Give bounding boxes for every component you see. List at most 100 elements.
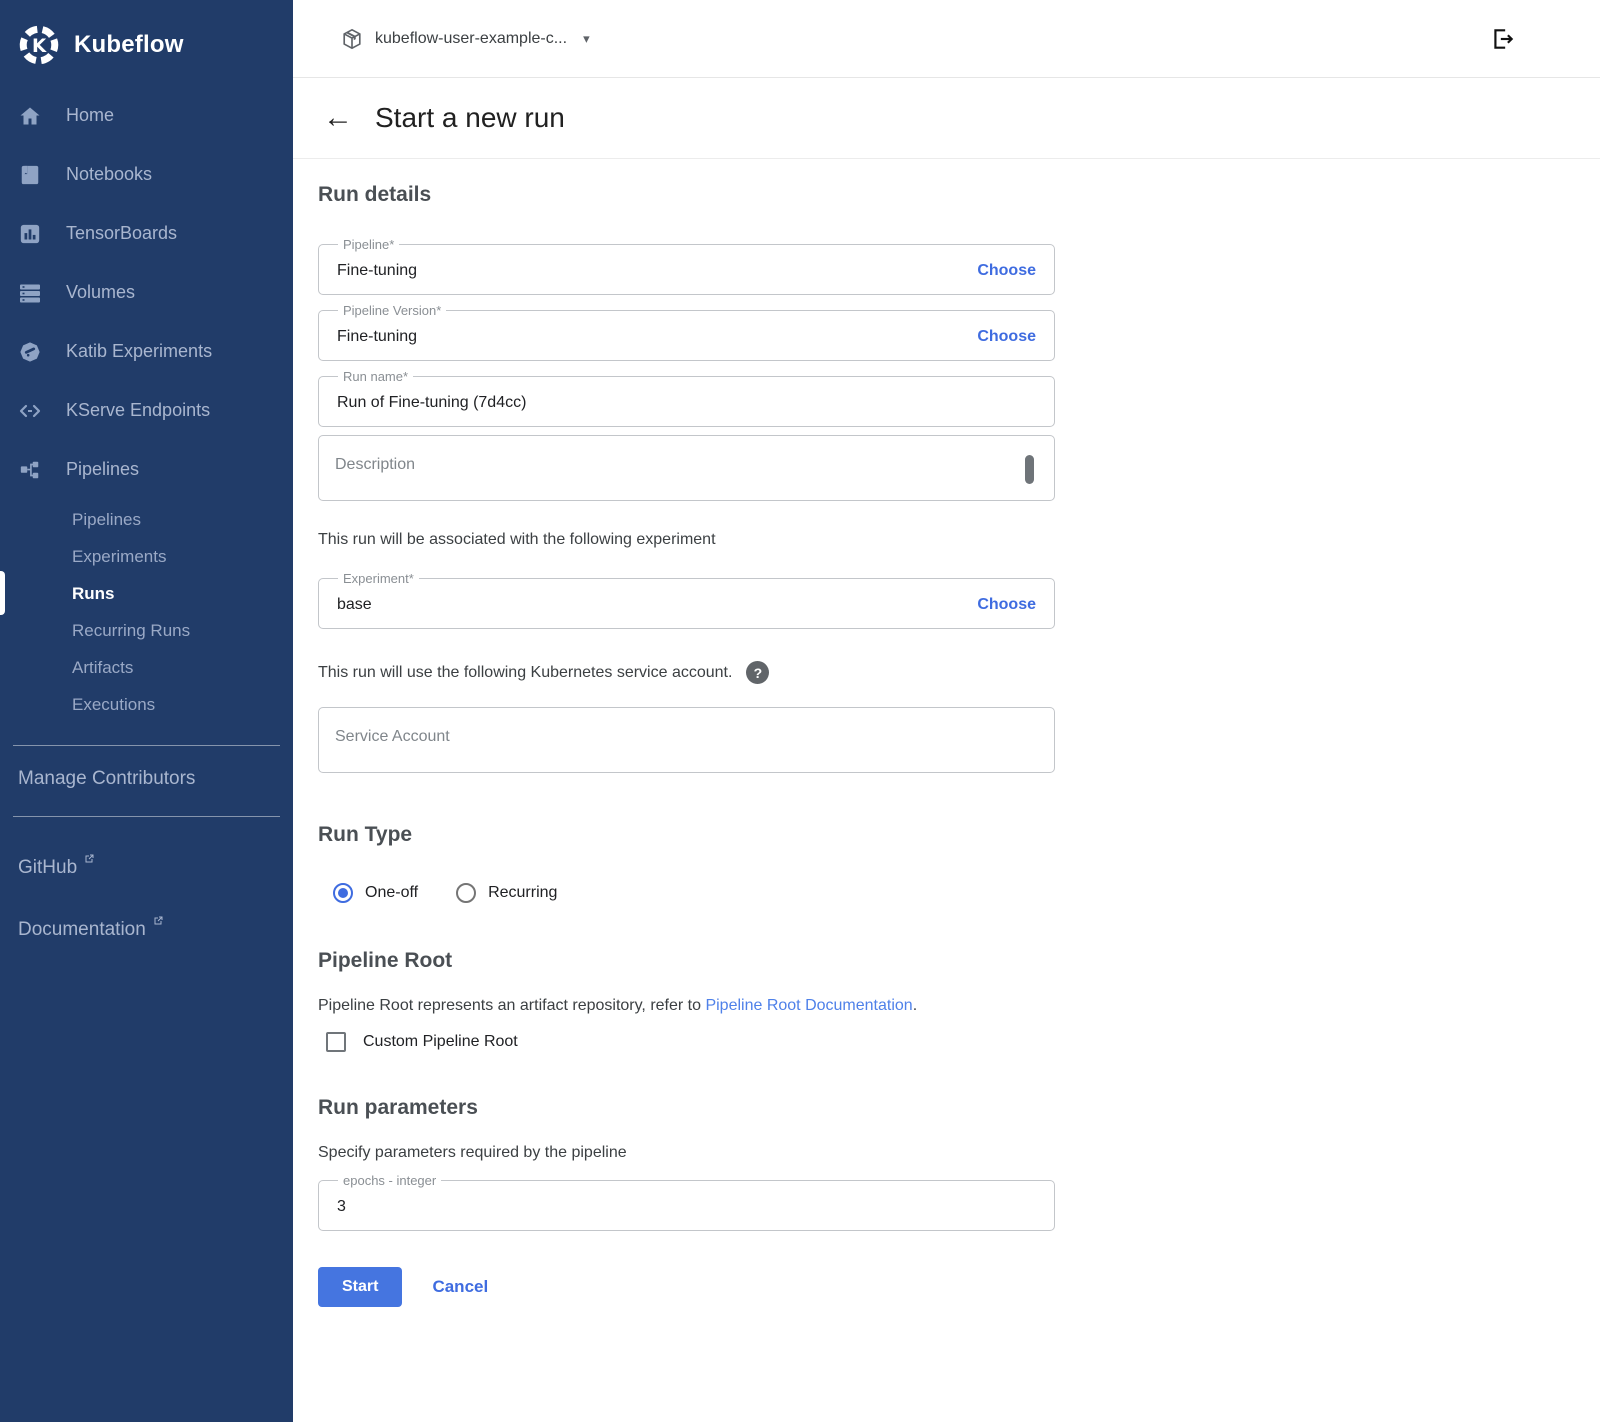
sub-item-experiments[interactable]: Experiments [0, 538, 293, 575]
epochs-field-label: epochs - integer [338, 1173, 441, 1188]
logout-button[interactable] [1490, 26, 1516, 52]
run-parameters-heading: Run parameters [318, 1096, 1055, 1120]
radio-recurring-circle [456, 883, 476, 903]
github-link-label: GitHub [18, 857, 77, 879]
pipeline-field-label: Pipeline* [338, 237, 399, 252]
pipeline-root-heading: Pipeline Root [318, 949, 1055, 973]
home-icon [18, 104, 42, 128]
github-link[interactable]: GitHub [0, 857, 293, 879]
main-area: kubeflow-user-example-c... ▾ ← Start a n… [293, 0, 1600, 1422]
back-arrow-button[interactable]: ← [323, 101, 357, 135]
sidebar-item-tensorboards[interactable]: TensorBoards [0, 204, 293, 263]
pipeline-root-doc-link[interactable]: Pipeline Root Documentation [705, 997, 912, 1014]
documentation-link[interactable]: Documentation [0, 919, 293, 941]
description-scrollbar-thumb[interactable] [1025, 455, 1034, 484]
experiment-field-label: Experiment* [338, 571, 419, 586]
sidebar-item-label: Pipelines [66, 459, 139, 480]
pipelines-icon [18, 458, 42, 482]
sidebar-divider [13, 745, 280, 746]
epochs-field[interactable]: epochs - integer 3 [318, 1173, 1055, 1231]
epochs-field-value: 3 [337, 1198, 346, 1216]
pipeline-choose-button[interactable]: Choose [977, 262, 1036, 280]
katib-icon [18, 340, 42, 364]
service-account-note-row: This run will use the following Kubernet… [318, 661, 1055, 684]
run-type-heading: Run Type [318, 823, 1055, 847]
radio-one-off-dot [338, 888, 348, 898]
kubeflow-logo-icon: K [18, 24, 60, 66]
pipeline-version-field-value: Fine-tuning [337, 328, 417, 346]
sub-item-label: Recurring Runs [72, 621, 190, 641]
sub-item-recurring-runs[interactable]: Recurring Runs [0, 612, 293, 649]
run-name-field[interactable]: Run name* Run of Fine-tuning (7d4cc) [318, 369, 1055, 427]
pipeline-root-description: Pipeline Root represents an artifact rep… [318, 997, 1055, 1015]
sidebar-nav: Home Notebooks TensorBoards Volumes [0, 86, 293, 499]
pipeline-field[interactable]: Pipeline* Fine-tuning Choose [318, 237, 1055, 295]
active-indicator [0, 571, 5, 615]
sub-item-runs[interactable]: Runs [0, 575, 293, 612]
run-details-heading: Run details [318, 183, 1055, 207]
custom-pipeline-root-checkbox[interactable] [326, 1032, 346, 1052]
sidebar-item-home[interactable]: Home [0, 86, 293, 145]
sidebar-divider [13, 816, 280, 817]
sub-item-pipelines[interactable]: Pipelines [0, 501, 293, 538]
pipeline-field-value: Fine-tuning [337, 262, 417, 280]
sidebar-item-label: Notebooks [66, 164, 152, 185]
sidebar-item-notebooks[interactable]: Notebooks [0, 145, 293, 204]
sub-item-label: Runs [72, 584, 115, 604]
app-window: K Kubeflow Home Notebooks [0, 0, 1600, 1422]
sidebar-item-label: Home [66, 105, 114, 126]
service-account-note: This run will use the following Kubernet… [318, 664, 732, 682]
page-title: Start a new run [375, 102, 565, 134]
cancel-button[interactable]: Cancel [432, 1277, 488, 1297]
help-icon[interactable]: ? [746, 661, 769, 684]
experiment-field[interactable]: Experiment* base Choose [318, 571, 1055, 629]
radio-one-off-label: One-off [365, 884, 418, 902]
topbar: kubeflow-user-example-c... ▾ [293, 0, 1600, 78]
sidebar-item-label: Katib Experiments [66, 341, 212, 362]
sub-item-label: Pipelines [72, 510, 141, 530]
service-account-placeholder: Service Account [335, 728, 450, 745]
sidebar-item-volumes[interactable]: Volumes [0, 263, 293, 322]
sidebar-item-katib-experiments[interactable]: Katib Experiments [0, 322, 293, 381]
manage-contributors-link[interactable]: Manage Contributors [0, 768, 293, 790]
service-account-field[interactable]: Service Account [318, 707, 1055, 773]
sub-item-label: Experiments [72, 547, 166, 567]
run-type-options: One-off Recurring [318, 883, 1055, 903]
pipeline-version-choose-button[interactable]: Choose [977, 328, 1036, 346]
description-placeholder: Description [335, 456, 415, 473]
namespace-selector[interactable]: kubeflow-user-example-c... ▾ [341, 28, 590, 50]
page-header: ← Start a new run [293, 78, 1600, 159]
run-name-field-label: Run name* [338, 369, 413, 384]
form-actions: Start Cancel [318, 1267, 1055, 1307]
caret-down-icon: ▾ [583, 31, 590, 47]
custom-pipeline-root-checkbox-row[interactable]: Custom Pipeline Root [318, 1032, 1055, 1052]
start-button[interactable]: Start [318, 1267, 402, 1307]
run-form: Run details Pipeline* Fine-tuning Choose… [293, 159, 1055, 1307]
run-parameters-note: Specify parameters required by the pipel… [318, 1144, 1055, 1162]
namespace-value: kubeflow-user-example-c... [375, 30, 567, 48]
sidebar-item-label: KServe Endpoints [66, 400, 210, 421]
run-name-field-value: Run of Fine-tuning (7d4cc) [337, 394, 526, 412]
experiment-note: This run will be associated with the fol… [318, 531, 1055, 549]
sidebar-item-pipelines[interactable]: Pipelines [0, 440, 293, 499]
experiment-choose-button[interactable]: Choose [977, 596, 1036, 614]
svg-text:K: K [32, 36, 47, 57]
kubeflow-brand[interactable]: K Kubeflow [0, 0, 293, 72]
sidebar: K Kubeflow Home Notebooks [0, 0, 293, 1422]
volumes-icon [18, 281, 42, 305]
description-field[interactable]: Description [318, 435, 1055, 501]
sub-item-artifacts[interactable]: Artifacts [0, 649, 293, 686]
pipeline-version-field-label: Pipeline Version* [338, 303, 446, 318]
brand-name: Kubeflow [74, 31, 184, 59]
sub-item-label: Artifacts [72, 658, 133, 678]
pipelines-sub-nav: Pipelines Experiments Runs Recurring Run… [0, 501, 293, 723]
radio-recurring[interactable]: Recurring [456, 883, 557, 903]
sub-item-executions[interactable]: Executions [0, 686, 293, 723]
pipeline-version-field[interactable]: Pipeline Version* Fine-tuning Choose [318, 303, 1055, 361]
external-link-icon [83, 853, 95, 865]
documentation-link-label: Documentation [18, 919, 146, 941]
sidebar-item-kserve-endpoints[interactable]: KServe Endpoints [0, 381, 293, 440]
custom-pipeline-root-label: Custom Pipeline Root [363, 1033, 518, 1051]
notebook-icon [18, 163, 42, 187]
radio-one-off[interactable]: One-off [333, 883, 418, 903]
